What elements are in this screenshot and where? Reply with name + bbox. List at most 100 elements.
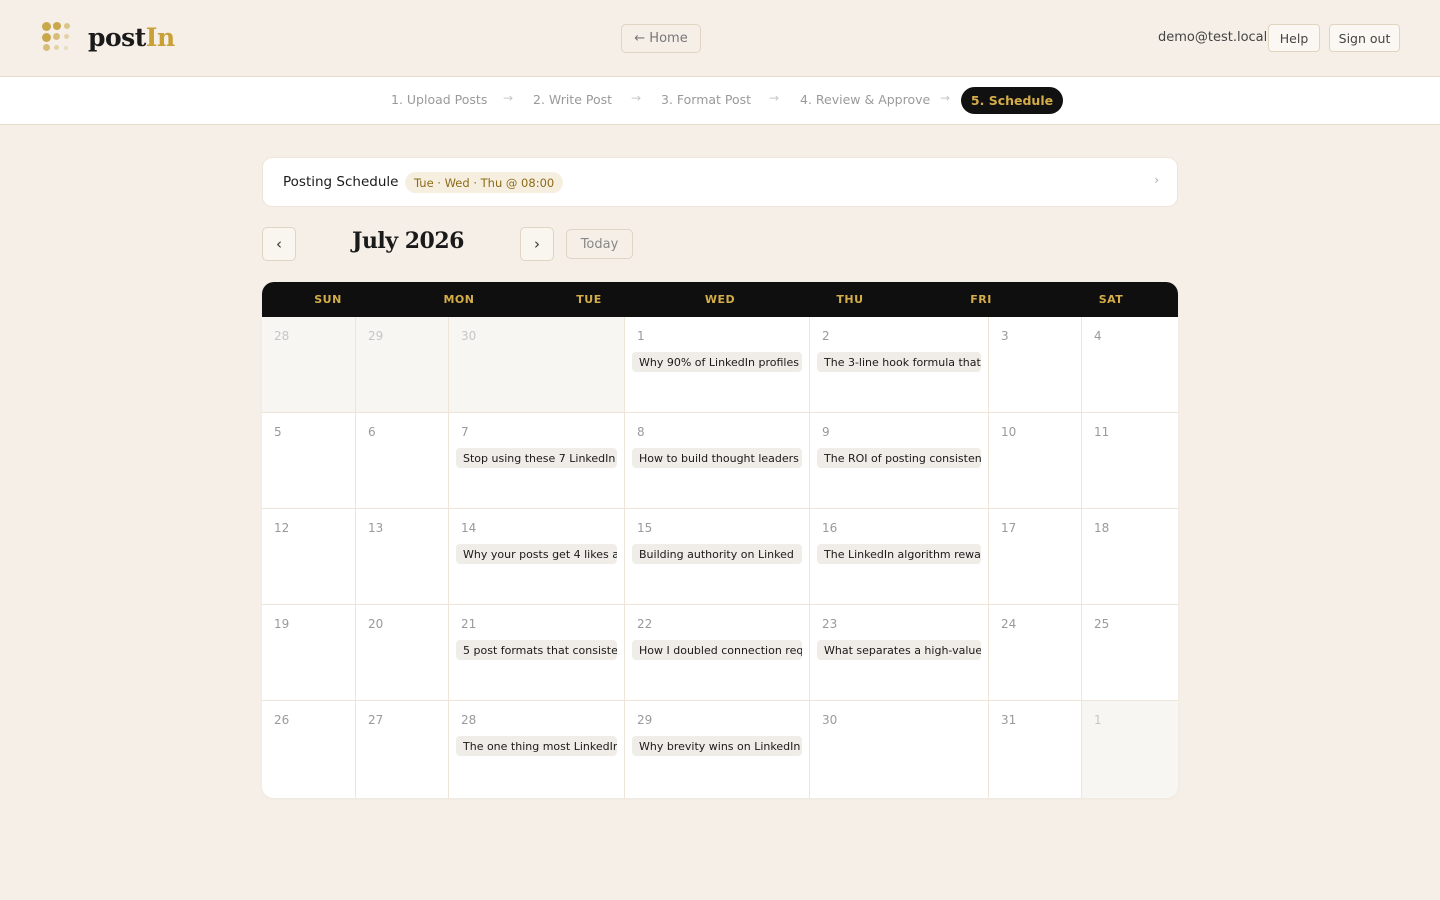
step-write-post[interactable]: 2. Write Post bbox=[533, 92, 612, 107]
day-number: 30 bbox=[461, 329, 477, 343]
day-number: 25 bbox=[1094, 617, 1110, 631]
scheduled-post-chip[interactable]: The ROI of posting consisten bbox=[817, 448, 981, 468]
today-button[interactable]: Today bbox=[566, 229, 633, 259]
scheduled-post-chip[interactable]: 5 post formats that consiste bbox=[456, 640, 617, 660]
day-number: 29 bbox=[368, 329, 384, 343]
day-number: 22 bbox=[637, 617, 653, 631]
logo-dots-icon bbox=[42, 22, 72, 52]
step-schedule-active[interactable]: 5. Schedule bbox=[961, 87, 1063, 114]
day-number: 16 bbox=[822, 521, 838, 535]
calendar-day-cell[interactable]: 11 bbox=[1082, 413, 1178, 509]
scheduled-post-chip[interactable]: Why 90% of LinkedIn profiles bbox=[632, 352, 802, 372]
calendar-day-cell[interactable]: 15 Building authority on Linked bbox=[625, 509, 810, 605]
posting-schedule-badge: Tue · Wed · Thu @ 08:00 bbox=[405, 172, 564, 193]
calendar-day-cell[interactable]: 30 bbox=[810, 701, 989, 798]
step-review-approve[interactable]: 4. Review & Approve bbox=[800, 92, 930, 107]
day-number: 9 bbox=[822, 425, 830, 439]
calendar-day-cell[interactable]: 28 bbox=[262, 317, 356, 413]
scheduled-post-chip[interactable]: How I doubled connection req bbox=[632, 640, 802, 660]
calendar-grid: SUN MON TUE WED THU FRI SAT 28 29 30 1 Why 90% of … bbox=[262, 282, 1178, 798]
calendar-day-cell[interactable]: 18 bbox=[1082, 509, 1178, 605]
calendar-day-cell[interactable]: 29 Why brevity wins on LinkedIn bbox=[625, 701, 810, 798]
weekday-mon: MON bbox=[443, 293, 475, 306]
top-bar: postIn ← Home demo@test.local Help Sign … bbox=[0, 0, 1440, 77]
calendar-day-cell[interactable]: 30 bbox=[449, 317, 625, 413]
day-number: 30 bbox=[822, 713, 838, 727]
calendar-day-cell[interactable]: 2 The 3-line hook formula that bbox=[810, 317, 989, 413]
scheduled-post-chip[interactable]: Building authority on Linked bbox=[632, 544, 802, 564]
weekday-sun: SUN bbox=[314, 293, 342, 306]
day-number: 2 bbox=[822, 329, 830, 343]
calendar-day-cell[interactable]: 9 The ROI of posting consisten bbox=[810, 413, 989, 509]
calendar-day-cell[interactable]: 14 Why your posts get 4 likes a bbox=[449, 509, 625, 605]
calendar-day-cell[interactable]: 19 bbox=[262, 605, 356, 701]
calendar-day-cell[interactable]: 13 bbox=[356, 509, 449, 605]
calendar-day-cell[interactable]: 1 Why 90% of LinkedIn profiles bbox=[625, 317, 810, 413]
calendar-day-cell[interactable]: 17 bbox=[989, 509, 1082, 605]
calendar-day-cell[interactable]: 20 bbox=[356, 605, 449, 701]
day-number: 10 bbox=[1001, 425, 1017, 439]
prev-month-button[interactable]: ‹ bbox=[262, 227, 296, 261]
scheduled-post-chip[interactable]: Why your posts get 4 likes a bbox=[456, 544, 617, 564]
calendar-day-cell[interactable]: 25 bbox=[1082, 605, 1178, 701]
scheduled-post-chip[interactable]: Stop using these 7 LinkedIn bbox=[456, 448, 617, 468]
next-month-button[interactable]: › bbox=[520, 227, 554, 261]
step-arrow-icon: → bbox=[631, 91, 642, 105]
calendar-day-cell[interactable]: 22 How I doubled connection req bbox=[625, 605, 810, 701]
calendar-day-cell[interactable]: 31 bbox=[989, 701, 1082, 798]
help-button[interactable]: Help bbox=[1268, 24, 1320, 52]
weekday-sat: SAT bbox=[1098, 293, 1124, 306]
posting-schedule-card[interactable]: Posting Schedule Tue · Wed · Thu @ 08:00… bbox=[262, 157, 1178, 207]
step-format-post[interactable]: 3. Format Post bbox=[661, 92, 751, 107]
day-number: 14 bbox=[461, 521, 477, 535]
day-number: 12 bbox=[274, 521, 290, 535]
calendar-day-cell[interactable]: 4 bbox=[1082, 317, 1178, 413]
day-number: 31 bbox=[1001, 713, 1017, 727]
day-number: 4 bbox=[1094, 329, 1102, 343]
calendar-day-cell[interactable]: 6 bbox=[356, 413, 449, 509]
scheduled-post-chip[interactable]: The LinkedIn algorithm rewar bbox=[817, 544, 981, 564]
scheduled-post-chip[interactable]: Why brevity wins on LinkedIn bbox=[632, 736, 802, 756]
day-number: 18 bbox=[1094, 521, 1110, 535]
day-number: 28 bbox=[461, 713, 477, 727]
calendar-day-cell[interactable]: 29 bbox=[356, 317, 449, 413]
calendar-day-cell[interactable]: 23 What separates a high-value bbox=[810, 605, 989, 701]
home-button[interactable]: ← Home bbox=[621, 24, 701, 53]
weekday-header: SUN MON TUE WED THU FRI SAT bbox=[262, 282, 1178, 317]
weekday-fri: FRI bbox=[970, 293, 992, 306]
scheduled-post-chip[interactable]: What separates a high-value bbox=[817, 640, 981, 660]
day-number: 7 bbox=[461, 425, 469, 439]
calendar-day-cell[interactable]: 8 How to build thought leaders bbox=[625, 413, 810, 509]
calendar-day-cell[interactable]: 3 bbox=[989, 317, 1082, 413]
scheduled-post-chip[interactable]: The one thing most LinkedIn bbox=[456, 736, 617, 756]
calendar-day-cell[interactable]: 12 bbox=[262, 509, 356, 605]
logo-text-post: post bbox=[88, 22, 146, 52]
calendar-day-cell[interactable]: 10 bbox=[989, 413, 1082, 509]
step-arrow-icon: → bbox=[940, 91, 951, 105]
chevron-right-icon[interactable]: › bbox=[1154, 173, 1159, 187]
logo-text-in: In bbox=[145, 22, 175, 52]
calendar-day-cell[interactable]: 5 bbox=[262, 413, 356, 509]
day-number: 23 bbox=[822, 617, 838, 631]
calendar-day-cell[interactable]: 24 bbox=[989, 605, 1082, 701]
scheduled-post-chip[interactable]: The 3-line hook formula that bbox=[817, 352, 981, 372]
weekday-wed: WED bbox=[704, 293, 736, 306]
calendar-day-cell[interactable]: 16 The LinkedIn algorithm rewar bbox=[810, 509, 989, 605]
calendar-day-cell[interactable]: 7 Stop using these 7 LinkedIn bbox=[449, 413, 625, 509]
day-number: 5 bbox=[274, 425, 282, 439]
posting-schedule-title: Posting Schedule bbox=[283, 174, 399, 190]
scheduled-post-chip[interactable]: How to build thought leaders bbox=[632, 448, 802, 468]
calendar-day-cell[interactable]: 27 bbox=[356, 701, 449, 798]
calendar-day-cell[interactable]: 1 bbox=[1082, 701, 1178, 798]
logo[interactable]: postIn bbox=[42, 22, 175, 52]
sign-out-button[interactable]: Sign out bbox=[1329, 24, 1400, 52]
calendar-day-cell[interactable]: 28 The one thing most LinkedIn bbox=[449, 701, 625, 798]
weekday-tue: TUE bbox=[576, 293, 602, 306]
day-number: 26 bbox=[274, 713, 290, 727]
day-number: 15 bbox=[637, 521, 653, 535]
calendar-day-cell[interactable]: 21 5 post formats that consiste bbox=[449, 605, 625, 701]
step-upload-posts[interactable]: 1. Upload Posts bbox=[391, 92, 487, 107]
calendar-day-cell[interactable]: 26 bbox=[262, 701, 356, 798]
day-number: 28 bbox=[274, 329, 290, 343]
day-number: 17 bbox=[1001, 521, 1017, 535]
